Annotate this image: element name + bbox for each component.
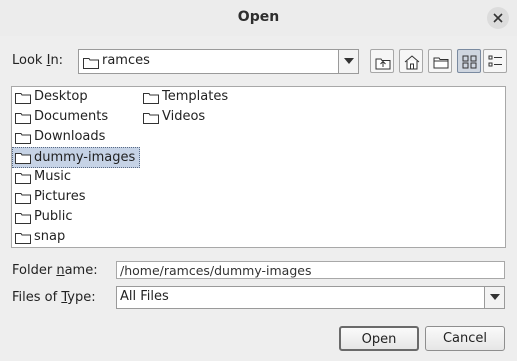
folder-icon — [15, 193, 31, 204]
folder-name-field[interactable]: /home/ramces/dummy-images — [116, 261, 505, 279]
folder-icon — [15, 133, 31, 144]
folder-icon — [143, 93, 159, 104]
home-icon — [404, 55, 420, 70]
look-in-value: ramces — [102, 53, 150, 68]
chevron-down-icon — [490, 294, 500, 300]
cancel-button[interactable]: Cancel — [425, 326, 505, 351]
list-item[interactable]: Downloads — [13, 128, 105, 147]
folder-icon — [15, 113, 31, 124]
folder-icon — [15, 233, 31, 244]
list-item[interactable]: Videos — [141, 108, 205, 127]
files-of-type-dropdown-arrow[interactable] — [484, 287, 504, 308]
close-button[interactable] — [487, 7, 509, 29]
dialog-title: Open — [237, 9, 280, 25]
list-item[interactable]: snap — [13, 228, 65, 247]
list-item[interactable]: Documents — [13, 108, 108, 127]
new-folder-icon — [433, 57, 449, 69]
folder-icon — [15, 93, 31, 104]
list-item[interactable]: Music — [13, 168, 71, 187]
look-in-dropdown-arrow[interactable] — [338, 50, 358, 73]
open-button[interactable]: Open — [339, 326, 419, 351]
list-item[interactable]: Desktop — [13, 88, 88, 107]
details-view-icon — [488, 55, 502, 67]
files-of-type-combo[interactable]: All Files — [116, 286, 505, 309]
close-icon — [493, 13, 503, 23]
up-one-level-icon — [375, 58, 391, 70]
new-folder-button[interactable] — [428, 49, 452, 73]
files-of-type-label: Files of Type: — [12, 290, 96, 305]
look-in-combo[interactable]: ramces — [78, 49, 359, 74]
files-of-type-value: All Files — [120, 289, 169, 304]
folder-icon — [15, 213, 31, 224]
list-item[interactable]: Public — [13, 208, 72, 227]
folder-name-label: Folder name: — [12, 263, 98, 278]
chevron-down-icon — [344, 58, 354, 64]
list-item[interactable]: Pictures — [13, 188, 85, 207]
look-in-label: Look In: — [12, 53, 64, 68]
folder-icon — [83, 58, 99, 69]
file-list[interactable]: Desktop Documents Downloads dummy-images… — [11, 86, 506, 248]
list-view-icon — [462, 55, 477, 69]
home-button[interactable] — [399, 49, 423, 73]
list-item[interactable]: Templates — [141, 88, 228, 107]
up-one-level-button[interactable] — [370, 49, 394, 73]
list-item-selected[interactable]: dummy-images — [12, 147, 140, 168]
folder-icon — [15, 173, 31, 184]
title-bar: Open — [0, 0, 517, 36]
folder-icon — [15, 153, 31, 164]
list-view-button[interactable] — [457, 49, 481, 73]
folder-icon — [143, 113, 159, 124]
details-view-button[interactable] — [483, 49, 507, 73]
